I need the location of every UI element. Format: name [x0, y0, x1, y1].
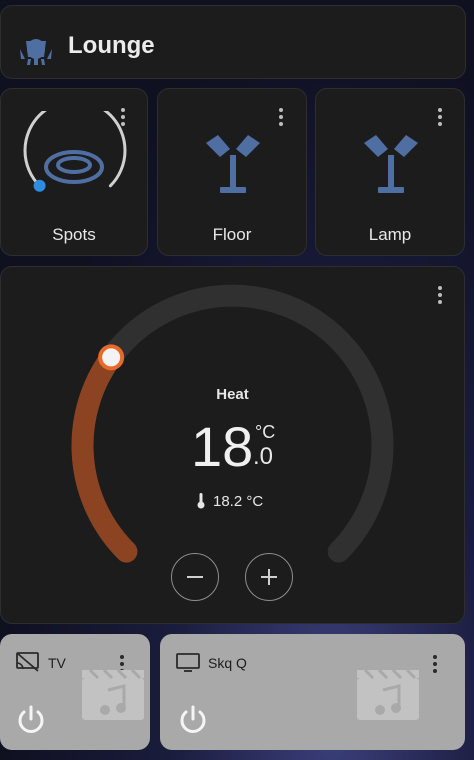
- media-artwork-icon: [82, 668, 144, 720]
- power-button[interactable]: [15, 704, 47, 736]
- tile-label: Lamp: [368, 225, 412, 244]
- more-options-icon[interactable]: [271, 105, 291, 129]
- ceiling-light-icon: [44, 150, 104, 184]
- minus-icon: [187, 576, 203, 578]
- floor-lamp-icon: [364, 135, 418, 193]
- target-temperature-decimal: .0: [253, 443, 274, 470]
- target-temperature: 18 °C .0: [191, 417, 291, 477]
- cast-off-icon: [16, 652, 39, 672]
- plus-icon: [261, 569, 277, 585]
- thermometer-icon: [197, 493, 205, 509]
- decrease-temperature-button[interactable]: [171, 553, 219, 601]
- more-options-icon[interactable]: [430, 105, 450, 129]
- light-tile-spots[interactable]: Spots: [0, 88, 148, 256]
- ceiling-lights-icon: [20, 39, 52, 65]
- media-artwork-icon: [357, 668, 419, 720]
- hvac-mode: Heat: [216, 386, 249, 403]
- television-icon: [176, 653, 200, 672]
- thermostat-card: Heat 18 °C .0 18.2 °C: [0, 266, 465, 624]
- media-card-skq[interactable]: Skq Q: [160, 634, 465, 750]
- target-temperature-integer: 18: [191, 415, 254, 478]
- temperature-handle[interactable]: [98, 344, 125, 371]
- temperature-unit: °C: [255, 422, 276, 442]
- light-tile-lamp[interactable]: Lamp: [315, 88, 465, 256]
- media-name: TV: [48, 655, 66, 671]
- power-button[interactable]: [177, 704, 209, 736]
- tile-label: Floor: [212, 225, 252, 244]
- media-card-tv[interactable]: TV: [0, 634, 150, 750]
- increase-temperature-button[interactable]: [245, 553, 293, 601]
- tile-label: Spots: [52, 225, 96, 244]
- current-temperature-value: 18.2 °C: [213, 492, 264, 510]
- current-temperature: 18.2 °C: [197, 491, 263, 511]
- room-header: Lounge: [0, 5, 466, 79]
- page-title: Lounge: [68, 32, 155, 59]
- more-options-icon[interactable]: [425, 652, 445, 676]
- light-tile-floor[interactable]: Floor: [157, 88, 307, 256]
- floor-lamp-icon: [206, 135, 260, 193]
- media-name: Skq Q: [208, 655, 247, 671]
